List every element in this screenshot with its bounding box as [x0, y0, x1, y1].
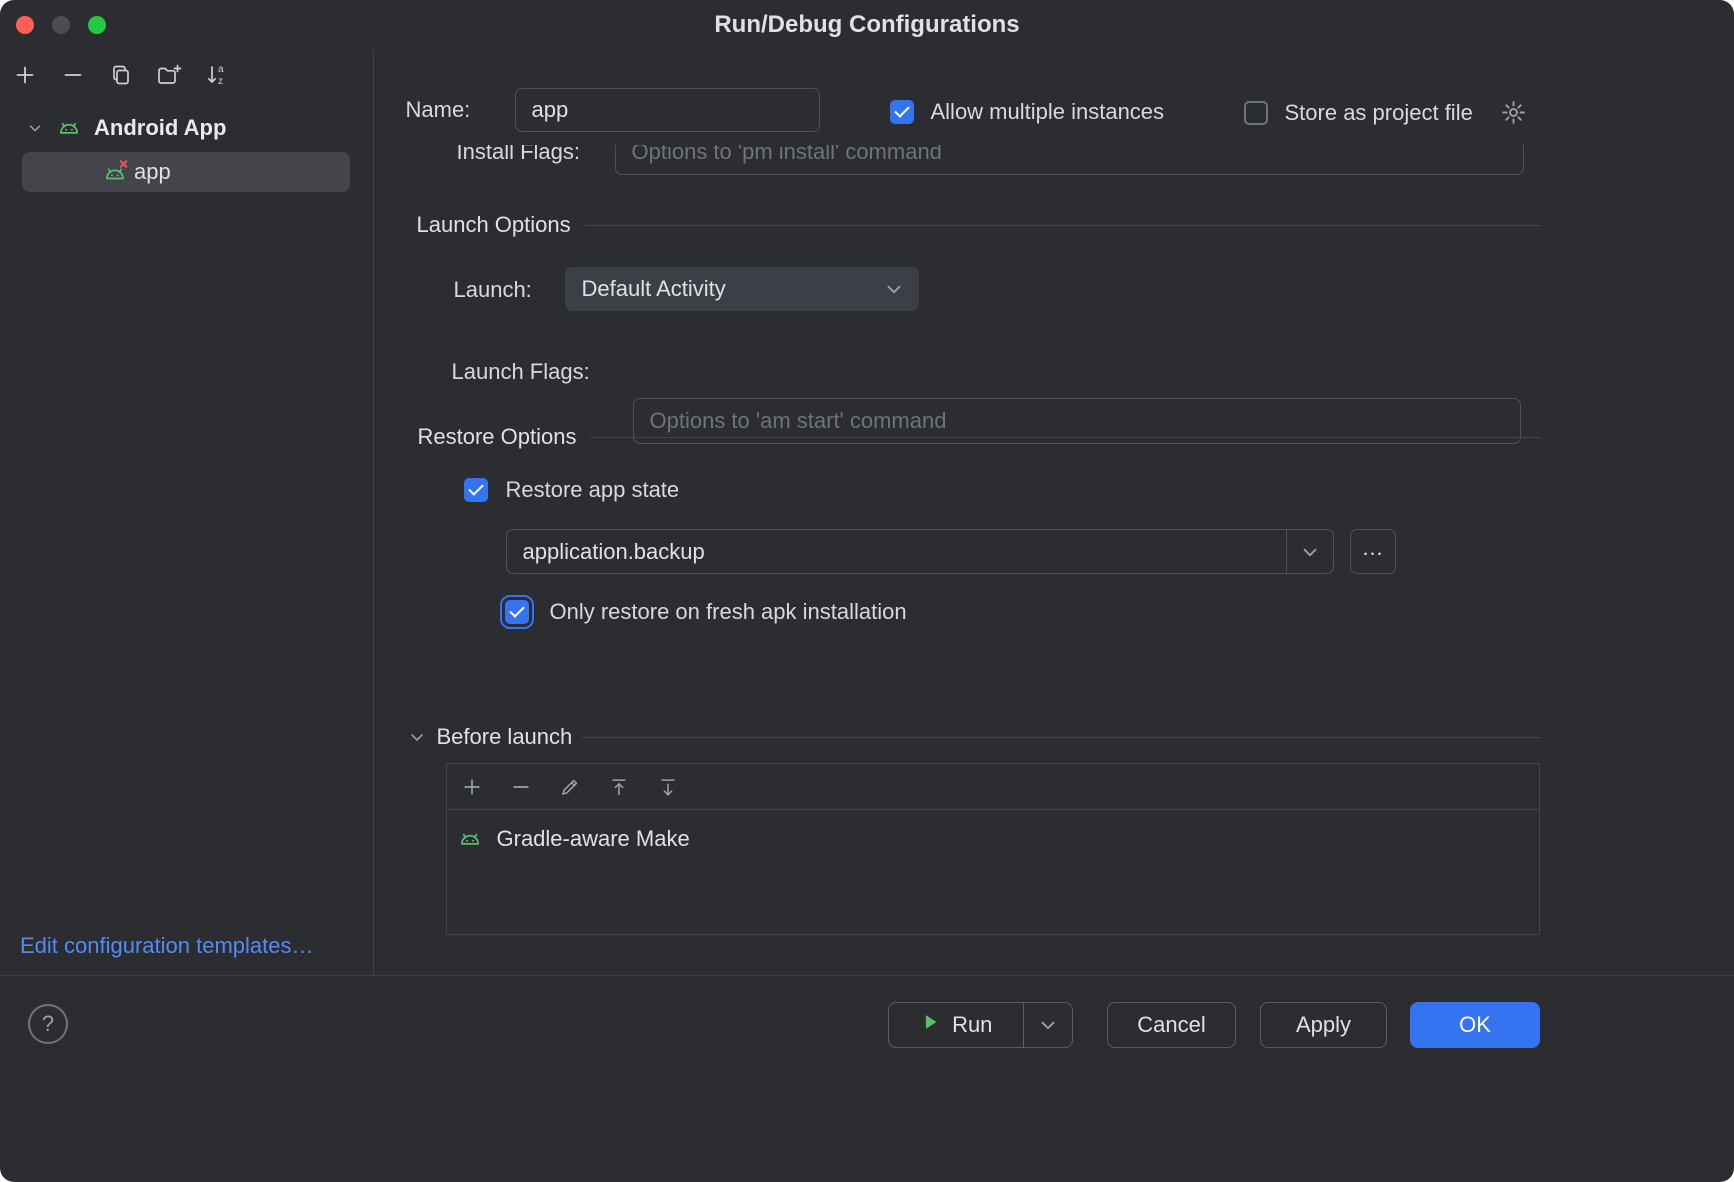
android-icon — [56, 115, 82, 141]
chevron-down-icon — [883, 278, 905, 300]
before-launch-title: Before launch — [437, 724, 573, 750]
store-as-project-file-label: Store as project file — [1285, 100, 1473, 126]
restore-app-state-row: Restore app state — [464, 477, 680, 503]
section-divider — [585, 225, 1540, 226]
sort-alpha-icon[interactable]: az — [204, 62, 230, 88]
add-icon[interactable] — [12, 62, 38, 88]
gear-icon[interactable] — [1500, 99, 1527, 126]
only-restore-fresh-row: Only restore on fresh apk installation — [500, 595, 907, 629]
apply-button[interactable]: Apply — [1260, 1002, 1387, 1048]
tree-item-app[interactable]: app — [22, 152, 350, 192]
only-restore-fresh-label: Only restore on fresh apk installation — [550, 599, 907, 625]
window-controls — [16, 16, 106, 34]
before-launch-toolbar — [447, 764, 1539, 810]
new-folder-icon[interactable] — [156, 62, 182, 88]
backup-file-value: application.backup — [507, 530, 1286, 573]
restore-app-state-label: Restore app state — [506, 477, 680, 503]
close-window-button[interactable] — [16, 16, 34, 34]
run-button-label: Run — [952, 1012, 992, 1038]
launch-flags-label: Launch Flags: — [452, 359, 590, 385]
configuration-form: Name: Allow multiple instances Store as … — [376, 50, 1734, 975]
configurations-sidebar: az Android App app Edit configuration te… — [0, 50, 374, 975]
move-down-icon[interactable] — [657, 776, 679, 798]
install-flags-label: Install Flags: — [457, 145, 581, 165]
launch-select-value: Default Activity — [582, 276, 726, 302]
store-as-project-file-checkbox[interactable] — [1244, 101, 1268, 125]
ok-button[interactable]: OK — [1410, 1002, 1540, 1048]
run-options-dropdown[interactable] — [1024, 1003, 1072, 1047]
dialog-footer: ? Run Cancel Apply OK — [0, 975, 1734, 1182]
tree-item-label: app — [134, 159, 171, 185]
add-icon[interactable] — [461, 776, 483, 798]
before-launch-section-header: Before launch — [407, 724, 1540, 750]
configurations-tree: Android App app — [0, 110, 373, 192]
before-launch-task-label: Gradle-aware Make — [497, 826, 690, 852]
allow-multiple-instances-row: Allow multiple instances — [890, 99, 1165, 125]
launch-options-title: Launch Options — [417, 212, 571, 238]
chevron-down-icon[interactable] — [1286, 530, 1333, 573]
install-flags-input[interactable] — [615, 145, 1524, 175]
zoom-window-button[interactable] — [88, 16, 106, 34]
restore-app-state-checkbox[interactable] — [464, 478, 488, 502]
svg-text:z: z — [218, 76, 223, 87]
cancel-button[interactable]: Cancel — [1107, 1002, 1236, 1048]
svg-text:a: a — [218, 64, 224, 75]
before-launch-task-row[interactable]: Gradle-aware Make — [447, 810, 1539, 852]
help-button[interactable]: ? — [28, 1004, 68, 1044]
play-icon — [919, 1011, 941, 1039]
launch-options-section-header: Launch Options — [417, 212, 1540, 238]
allow-multiple-instances-label: Allow multiple instances — [931, 99, 1165, 125]
name-input[interactable] — [515, 88, 820, 132]
minimize-window-button[interactable] — [52, 16, 70, 34]
edit-templates-link[interactable]: Edit configuration templates… — [20, 933, 314, 959]
browse-backup-button[interactable]: … — [1350, 529, 1396, 574]
checkbox-focus-ring — [500, 595, 534, 629]
run-split-button: Run — [888, 1002, 1073, 1048]
window-title: Run/Debug Configurations — [714, 11, 1019, 39]
allow-multiple-instances-checkbox[interactable] — [890, 100, 914, 124]
run-debug-configurations-dialog: Run/Debug Configurations az — [0, 0, 1734, 1182]
launch-label: Launch: — [454, 277, 532, 303]
before-launch-task-list: Gradle-aware Make — [446, 763, 1540, 935]
store-as-project-file-row: Store as project file — [1244, 99, 1527, 126]
copy-icon[interactable] — [108, 62, 134, 88]
android-error-icon — [102, 158, 130, 186]
tree-group-android-app[interactable]: Android App — [0, 110, 373, 146]
chevron-down-icon[interactable] — [407, 727, 427, 747]
tree-group-label: Android App — [94, 115, 226, 141]
move-up-icon[interactable] — [608, 776, 630, 798]
restore-options-section-header: Restore Options — [418, 424, 1540, 450]
backup-file-combobox[interactable]: application.backup — [506, 529, 1334, 574]
section-divider — [582, 737, 1539, 738]
section-divider — [590, 437, 1539, 438]
edit-icon[interactable] — [559, 776, 581, 798]
launch-select[interactable]: Default Activity — [565, 267, 919, 311]
titlebar: Run/Debug Configurations — [0, 0, 1734, 50]
name-label: Name: — [406, 97, 471, 123]
only-restore-fresh-checkbox[interactable] — [505, 600, 529, 624]
remove-icon[interactable] — [60, 62, 86, 88]
run-button[interactable]: Run — [889, 1003, 1023, 1047]
install-flags-row-clipped: Install Flags: — [376, 145, 1734, 176]
restore-options-title: Restore Options — [418, 424, 577, 450]
remove-icon[interactable] — [510, 776, 532, 798]
chevron-down-icon[interactable] — [26, 119, 44, 137]
sidebar-toolbar: az — [0, 50, 373, 88]
android-icon — [457, 826, 483, 852]
help-icon: ? — [42, 1011, 54, 1037]
